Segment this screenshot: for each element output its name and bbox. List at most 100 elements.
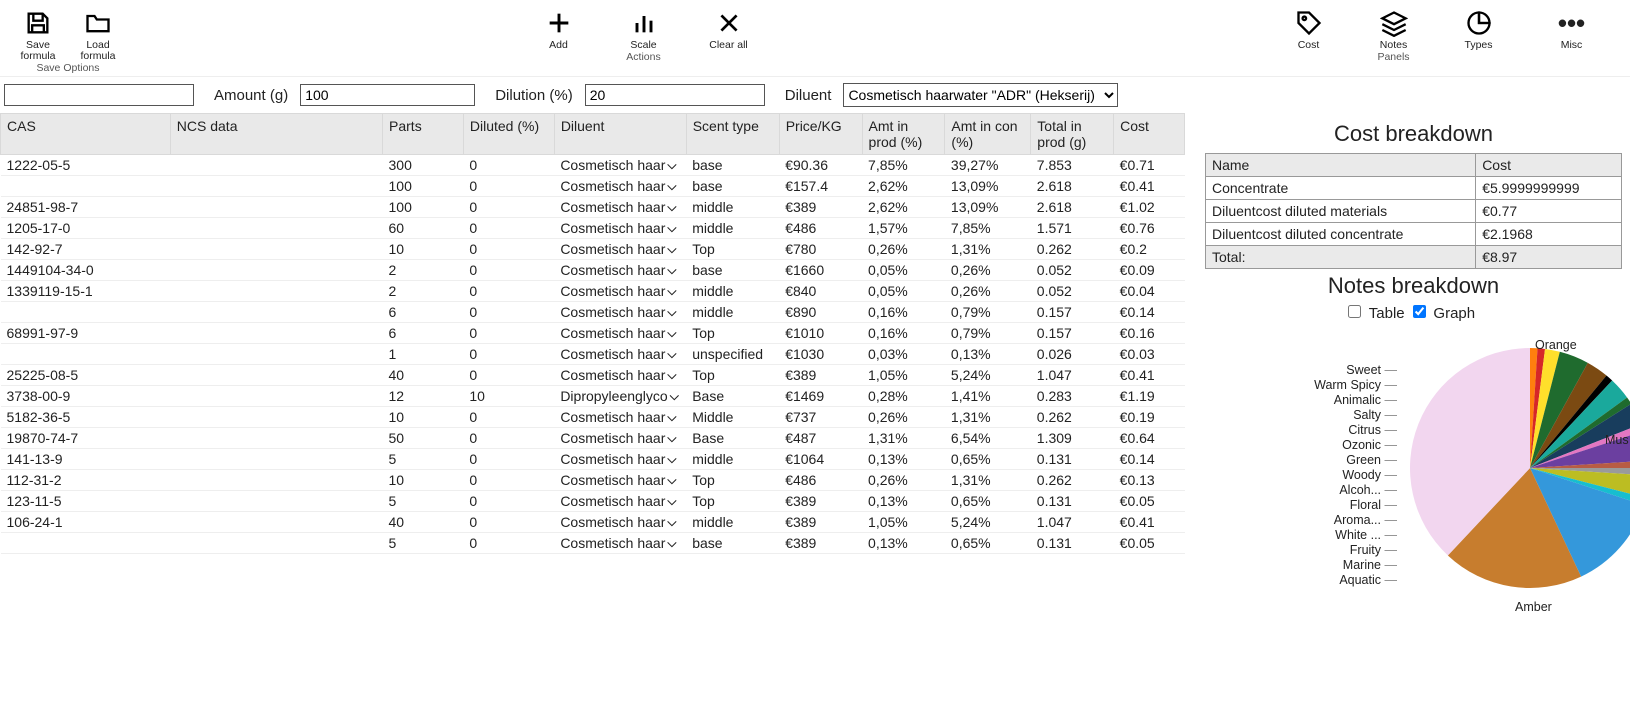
table-row[interactable]: 112-31-2100Cosmetisch haar⌵Top€4860,26%1… <box>1 470 1185 491</box>
chevron-down-icon[interactable]: ⌵ <box>667 284 676 299</box>
chevron-down-icon[interactable]: ⌵ <box>667 158 676 173</box>
pie-label: Aquatic <box>1205 573 1395 588</box>
chevron-down-icon[interactable]: ⌵ <box>667 221 676 236</box>
notes-panel-button[interactable]: Notes <box>1351 4 1436 53</box>
cost-panel-button[interactable]: Cost <box>1266 4 1351 53</box>
col-price[interactable]: Price/KG <box>779 114 862 155</box>
ellipsis-icon: ••• <box>1558 6 1585 40</box>
pie-label-mus: Mus <box>1605 433 1629 447</box>
col-diluted[interactable]: Diluted (%) <box>463 114 554 155</box>
chevron-down-icon[interactable]: ⌵ <box>667 494 676 509</box>
dilution-input[interactable] <box>585 84 765 106</box>
cost-row: Concentrate€5.9999999999 <box>1206 177 1622 200</box>
save-formula-button[interactable]: Save formula <box>8 4 68 64</box>
chevron-down-icon[interactable]: ⌵ <box>667 452 676 467</box>
chevron-down-icon[interactable]: ⌵ <box>667 200 676 215</box>
add-button[interactable]: Add <box>516 4 601 53</box>
table-row[interactable]: 5182-36-5100Cosmetisch haar⌵Middle€7370,… <box>1 407 1185 428</box>
pie-label: Ozonic <box>1205 438 1395 453</box>
table-row[interactable]: 24851-98-71000Cosmetisch haar⌵middle€389… <box>1 197 1185 218</box>
pie-label: Animalic <box>1205 393 1395 408</box>
diluent-select[interactable]: Cosmetisch haarwater "ADR" (Hekserij) <box>843 83 1118 107</box>
table-row[interactable]: 3738-00-91210Dipropyleenglyco⌵Base€14690… <box>1 386 1185 407</box>
chevron-down-icon[interactable]: ⌵ <box>667 242 676 257</box>
chevron-down-icon[interactable]: ⌵ <box>667 179 676 194</box>
graph-checkbox[interactable] <box>1413 305 1426 318</box>
misc-button[interactable]: ••• Misc <box>1529 4 1614 53</box>
pie-label: Green <box>1205 453 1395 468</box>
pie-label: Sweet <box>1205 363 1395 378</box>
table-row[interactable]: 1449104-34-020Cosmetisch haar⌵base€16600… <box>1 260 1185 281</box>
table-row[interactable]: 1205-17-0600Cosmetisch haar⌵middle€4861,… <box>1 218 1185 239</box>
pie-label: Alcoh... <box>1205 483 1395 498</box>
table-row[interactable]: 10Cosmetisch haar⌵unspecified€10300,03%0… <box>1 344 1185 365</box>
table-row[interactable]: 60Cosmetisch haar⌵middle€8900,16%0,79%0.… <box>1 302 1185 323</box>
toolbar: Save formula Load formula Save Options A… <box>0 0 1630 77</box>
table-row[interactable]: 1222-05-53000Cosmetisch haar⌵base€90.367… <box>1 155 1185 176</box>
chevron-down-icon[interactable]: ⌵ <box>670 389 679 404</box>
col-parts[interactable]: Parts <box>383 114 464 155</box>
pie-label-orange: Orange <box>1535 338 1577 352</box>
clear-all-button[interactable]: Clear all <box>686 4 771 53</box>
table-checkbox[interactable] <box>1348 305 1361 318</box>
cost-breakdown-table: NameCost Concentrate€5.9999999999Diluent… <box>1205 153 1622 269</box>
save-options-group: Save formula Load formula Save Options <box>8 4 128 74</box>
table-row[interactable]: 141-13-950Cosmetisch haar⌵middle€10640,1… <box>1 449 1185 470</box>
pie-label: Marine <box>1205 558 1395 573</box>
table-row[interactable]: 25225-08-5400Cosmetisch haar⌵Top€3891,05… <box>1 365 1185 386</box>
chevron-down-icon[interactable]: ⌵ <box>667 410 676 425</box>
pie-label: White ... <box>1205 528 1395 543</box>
chevron-down-icon[interactable]: ⌵ <box>667 347 676 362</box>
chevron-down-icon[interactable]: ⌵ <box>667 368 676 383</box>
table-row[interactable]: 1339119-15-120Cosmetisch haar⌵middle€840… <box>1 281 1185 302</box>
chevron-down-icon[interactable]: ⌵ <box>667 473 676 488</box>
table-row[interactable]: 68991-97-960Cosmetisch haar⌵Top€10100,16… <box>1 323 1185 344</box>
chevron-down-icon[interactable]: ⌵ <box>667 515 676 530</box>
misc-group: ••• Misc <box>1529 4 1614 63</box>
table-row[interactable]: 123-11-550Cosmetisch haar⌵Top€3890,13%0,… <box>1 491 1185 512</box>
group-label: Save Options <box>36 62 99 74</box>
amount-input[interactable] <box>300 84 475 106</box>
tag-icon <box>1295 6 1323 40</box>
amount-label: Amount (g) <box>214 87 288 104</box>
table-row[interactable]: 106-24-1400Cosmetisch haar⌵middle€3891,0… <box>1 512 1185 533</box>
layers-icon <box>1380 6 1408 40</box>
cost-total-row: Total:€8.97 <box>1206 246 1622 269</box>
pie-label: Fruity <box>1205 543 1395 558</box>
col-ncs[interactable]: NCS data <box>170 114 382 155</box>
table-row[interactable]: 142-92-7100Cosmetisch haar⌵Top€7800,26%1… <box>1 239 1185 260</box>
col-amt-con[interactable]: Amt in con (%) <box>945 114 1031 155</box>
col-cost[interactable]: Cost <box>1114 114 1185 155</box>
types-panel-button[interactable]: Types <box>1436 4 1521 53</box>
folder-icon <box>84 6 112 40</box>
graph-label: Graph <box>1433 305 1475 322</box>
table-row[interactable]: 50Cosmetisch haar⌵base€3890,13%0,65%0.13… <box>1 533 1185 554</box>
scale-button[interactable]: Scale <box>601 4 686 53</box>
col-scent[interactable]: Scent type <box>686 114 779 155</box>
diluent-label: Diluent <box>785 87 832 104</box>
table-row[interactable]: 19870-74-7500Cosmetisch haar⌵Base€4871,3… <box>1 428 1185 449</box>
ingredients-table: CAS NCS data Parts Diluted (%) Diluent S… <box>0 113 1185 554</box>
cost-row: Diluentcost diluted concentrate€2.1968 <box>1206 223 1622 246</box>
chevron-down-icon[interactable]: ⌵ <box>667 431 676 446</box>
chevron-down-icon[interactable]: ⌵ <box>667 536 676 551</box>
col-cas[interactable]: CAS <box>1 114 171 155</box>
col-amt-prod[interactable]: Amt in prod (%) <box>862 114 945 155</box>
dilution-label: Dilution (%) <box>495 87 573 104</box>
pie-label-amber: Amber <box>1515 600 1552 614</box>
side-panels: Cost breakdown NameCost Concentrate€5.99… <box>1185 113 1630 628</box>
notes-view-toggle: Table Graph <box>1205 305 1622 322</box>
search-input[interactable] <box>4 84 194 106</box>
pie-label: Warm Spicy <box>1205 378 1395 393</box>
params-row: Amount (g) Dilution (%) Diluent Cosmetis… <box>0 77 1630 113</box>
notes-pie-chart: SweetWarm SpicyAnimalicSaltyCitrusOzonic… <box>1205 328 1622 628</box>
cost-row: Diluentcost diluted materials€0.77 <box>1206 200 1622 223</box>
chevron-down-icon[interactable]: ⌵ <box>667 326 676 341</box>
col-total-prod[interactable]: Total in prod (g) <box>1031 114 1114 155</box>
pie-icon <box>1465 6 1493 40</box>
load-formula-button[interactable]: Load formula <box>68 4 128 64</box>
chevron-down-icon[interactable]: ⌵ <box>667 263 676 278</box>
table-row[interactable]: 1000Cosmetisch haar⌵base€157.42,62%13,09… <box>1 176 1185 197</box>
col-diluent[interactable]: Diluent <box>554 114 686 155</box>
chevron-down-icon[interactable]: ⌵ <box>667 305 676 320</box>
